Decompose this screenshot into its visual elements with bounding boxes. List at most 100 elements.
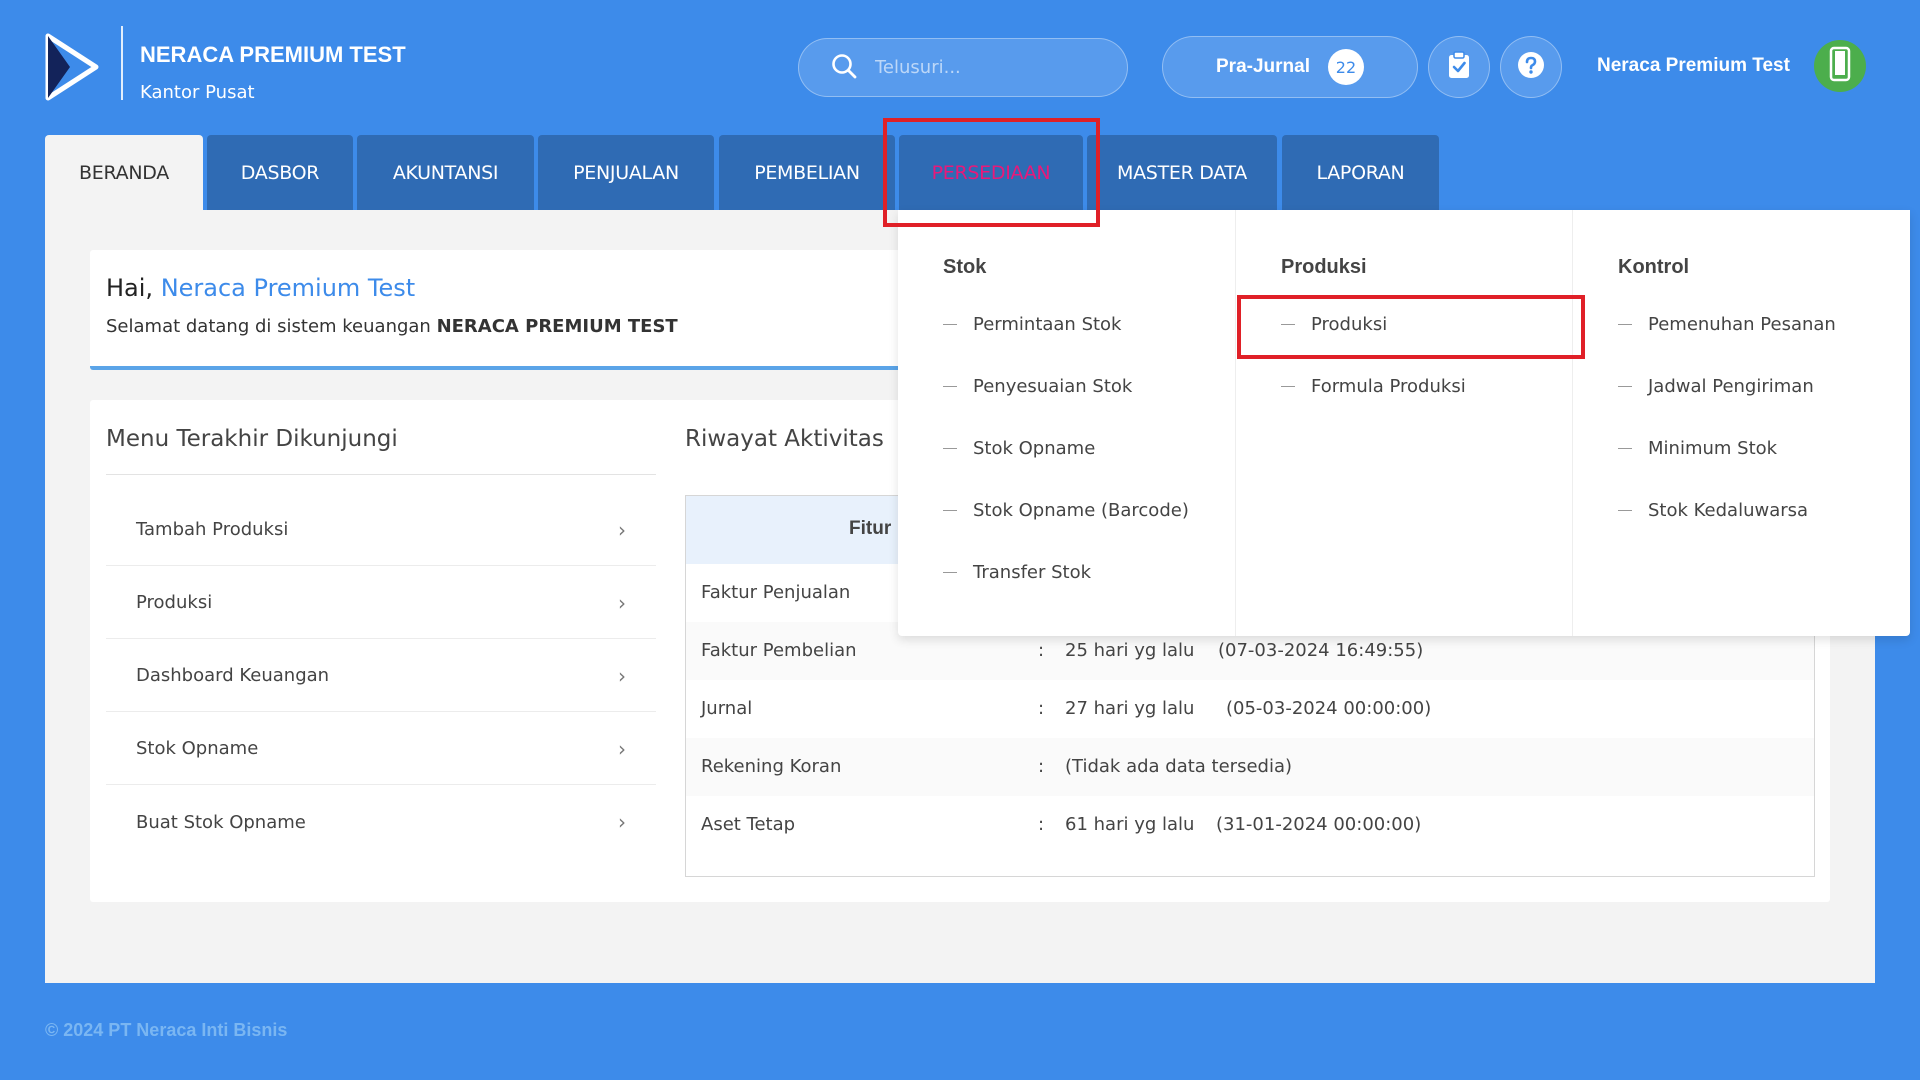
menu-item-label: Minimum Stok (1648, 438, 1778, 459)
activity-time-ago: 61 hari yg lalu (1065, 814, 1195, 835)
dash-icon (943, 510, 957, 511)
menu-item-jadwal-pengiriman[interactable]: Jadwal Pengiriman (1618, 376, 1814, 397)
company-name: NERACA PREMIUM TEST (140, 42, 406, 67)
chevron-right-icon: › (618, 736, 626, 761)
menu-item-permintaan-stok[interactable]: Permintaan Stok (943, 314, 1121, 335)
pra-jurnal-button[interactable]: Pra-Jurnal 22 (1162, 36, 1418, 98)
menu-item-label: Pemenuhan Pesanan (1648, 314, 1836, 335)
tab-master-data[interactable]: MASTER DATA (1087, 135, 1277, 210)
chevron-right-icon: › (618, 590, 626, 615)
chevron-right-icon: › (618, 517, 626, 542)
recent-item-dashboard-keuangan[interactable]: Dashboard Keuangan › (106, 640, 656, 712)
menu-item-label: Permintaan Stok (973, 314, 1122, 335)
search-icon (831, 53, 857, 83)
activity-time-ago: (Tidak ada data tersedia) (1065, 756, 1293, 777)
chevron-right-icon: › (618, 663, 626, 688)
activity-feature: Faktur Pembelian (701, 640, 857, 661)
tab-akuntansi[interactable]: AKUNTANSI (357, 135, 534, 210)
feature-column-header: Fitur (849, 518, 892, 539)
tab-penjualan[interactable]: PENJUALAN (538, 135, 714, 210)
dropdown-heading-produksi: Produksi (1281, 256, 1367, 278)
branch-name: Kantor Pusat (140, 82, 255, 103)
persediaan-dropdown-menu: Stok Permintaan Stok Penyesuaian Stok St… (898, 210, 1910, 636)
recent-item-label: Dashboard Keuangan (136, 665, 330, 686)
menu-item-label: Jadwal Pengiriman (1648, 376, 1814, 397)
menu-item-label: Stok Opname (Barcode) (973, 500, 1189, 521)
activity-timestamp: (07-03-2024 16:49:55) (1218, 640, 1424, 661)
tab-pembelian[interactable]: PEMBELIAN (719, 135, 895, 210)
recent-item-label: Produksi (136, 592, 213, 613)
dash-icon (943, 572, 957, 573)
tab-laporan[interactable]: LAPORAN (1282, 135, 1439, 210)
table-row: Rekening Koran : (Tidak ada data tersedi… (686, 738, 1814, 796)
question-circle-icon (1517, 51, 1545, 83)
menu-item-minimum-stok[interactable]: Minimum Stok (1618, 438, 1777, 459)
tab-dasbor[interactable]: DASBOR (207, 135, 353, 210)
dash-icon (1618, 510, 1632, 511)
tab-persediaan[interactable]: PERSEDIAAN (899, 135, 1083, 210)
activity-time-ago: 25 hari yg lalu (1065, 640, 1195, 661)
recent-menu-title: Menu Terakhir Dikunjungi (106, 426, 398, 452)
activity-feature: Jurnal (701, 698, 753, 719)
dash-icon (943, 386, 957, 387)
activity-feature: Rekening Koran (701, 756, 842, 777)
welcome-company: NERACA PREMIUM TEST (436, 316, 678, 337)
recent-item-tambah-produksi[interactable]: Tambah Produksi › (106, 494, 656, 566)
help-button[interactable] (1500, 36, 1562, 98)
activity-history-title: Riwayat Aktivitas (685, 426, 884, 452)
activity-separator: : (1038, 756, 1045, 777)
recent-item-label: Tambah Produksi (136, 519, 289, 540)
menu-item-pemenuhan-pesanan[interactable]: Pemenuhan Pesanan (1618, 314, 1836, 335)
dash-icon (1618, 324, 1632, 325)
menu-item-stok-opname-barcode[interactable]: Stok Opname (Barcode) (943, 500, 1189, 521)
user-name[interactable]: Neraca Premium Test (1597, 55, 1790, 77)
dash-icon (1618, 448, 1632, 449)
task-clipboard-button[interactable] (1428, 36, 1490, 98)
menu-item-label: Formula Produksi (1311, 376, 1466, 397)
welcome-message: Selamat datang di sistem keuangan NERACA… (106, 316, 678, 337)
menu-item-transfer-stok[interactable]: Transfer Stok (943, 562, 1091, 583)
user-avatar[interactable] (1814, 40, 1866, 92)
dropdown-column-stok: Stok Permintaan Stok Penyesuaian Stok St… (898, 210, 1236, 636)
menu-item-formula-produksi[interactable]: Formula Produksi (1281, 376, 1466, 397)
dash-icon (1618, 386, 1632, 387)
activity-separator: : (1038, 814, 1045, 835)
dash-icon (943, 324, 957, 325)
menu-item-stok-kedaluwarsa[interactable]: Stok Kedaluwarsa (1618, 500, 1808, 521)
greeting-user-name: Neraca Premium Test (160, 274, 416, 302)
pra-jurnal-label: Pra-Jurnal (1216, 56, 1310, 77)
menu-item-produksi[interactable]: Produksi (1281, 314, 1387, 335)
activity-separator: : (1038, 640, 1045, 661)
welcome-greeting: Hai, Neraca Premium Test (106, 274, 415, 302)
activity-feature: Faktur Penjualan (701, 582, 851, 603)
dropdown-column-kontrol: Kontrol Pemenuhan Pesanan Jadwal Pengiri… (1572, 210, 1910, 636)
recent-item-label: Stok Opname (136, 738, 259, 759)
dash-icon (1281, 324, 1295, 325)
menu-item-stok-opname[interactable]: Stok Opname (943, 438, 1095, 459)
clipboard-check-icon (1447, 51, 1471, 83)
recent-item-stok-opname[interactable]: Stok Opname › (106, 713, 656, 785)
menu-item-penyesuaian-stok[interactable]: Penyesuaian Stok (943, 376, 1132, 397)
dash-icon (1281, 386, 1295, 387)
menu-item-label: Transfer Stok (973, 562, 1092, 583)
app-logo-icon[interactable] (44, 32, 100, 102)
copyright-footer: © 2024 PT Neraca Inti Bisnis (45, 1020, 288, 1040)
greeting-text: Hai, (106, 274, 161, 302)
recent-menu-divider (106, 474, 656, 475)
welcome-text: Selamat datang di sistem keuangan (106, 316, 437, 337)
table-row: Aset Tetap : 61 hari yg lalu (31-01-2024… (686, 796, 1814, 854)
pra-jurnal-count-badge: 22 (1327, 49, 1364, 85)
mobile-phone-icon (1829, 46, 1851, 86)
search-box[interactable] (798, 38, 1128, 97)
chevron-right-icon: › (618, 810, 626, 834)
menu-item-label: Produksi (1311, 314, 1388, 335)
dropdown-heading-stok: Stok (943, 256, 987, 278)
dropdown-heading-kontrol: Kontrol (1618, 256, 1690, 278)
search-input[interactable] (875, 57, 1095, 78)
recent-item-produksi[interactable]: Produksi › (106, 567, 656, 639)
logo-divider (121, 26, 123, 100)
recent-item-buat-stok-opname[interactable]: Buat Stok Opname › (106, 786, 656, 858)
tab-beranda[interactable]: BERANDA (45, 135, 203, 211)
activity-timestamp: (31-01-2024 00:00:00) (1216, 814, 1422, 835)
activity-separator: : (1038, 698, 1045, 719)
